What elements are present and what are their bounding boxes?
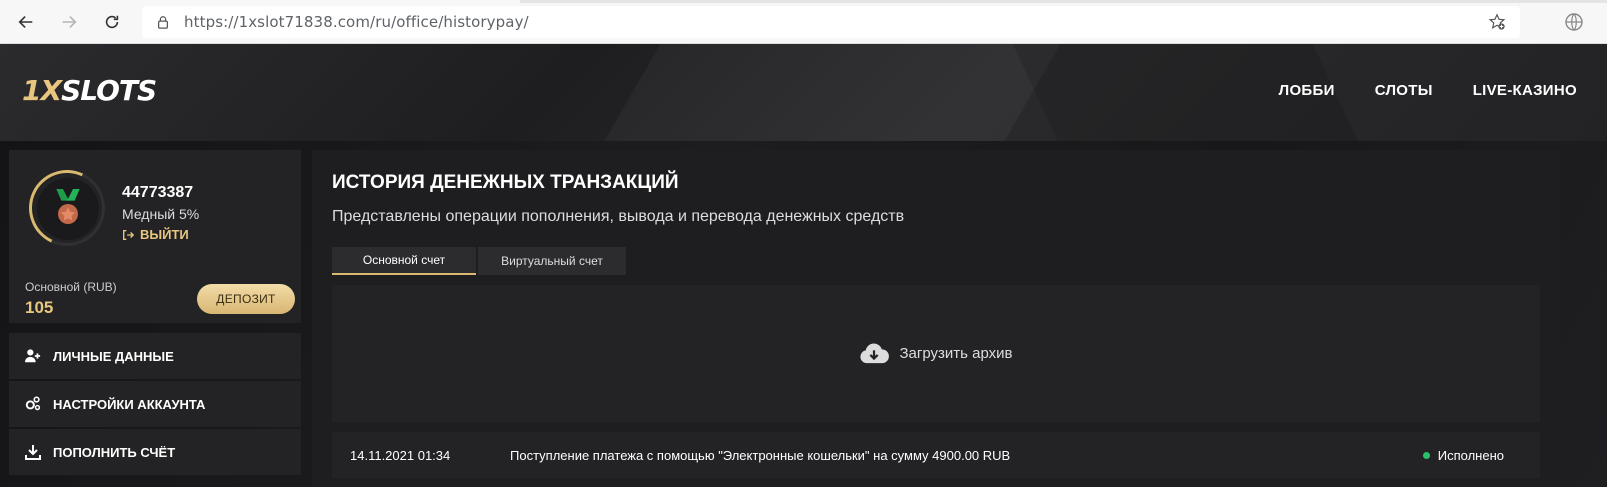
reload-button[interactable] xyxy=(98,8,126,36)
page-content: 44773387 Медный 5% ВЫЙТИ Основной (RUB) … xyxy=(0,141,1607,487)
balance-value: 105 xyxy=(25,298,54,317)
sidebar-item-account-settings[interactable]: НАСТРОЙКИ АККАУНТА xyxy=(9,381,301,427)
arrow-left-icon xyxy=(18,16,33,28)
logout-icon xyxy=(123,229,134,240)
tab-main-account[interactable]: Основной счет xyxy=(332,247,476,275)
back-button[interactable] xyxy=(12,8,40,36)
page-title: ИСТОРИЯ ДЕНЕЖНЫХ ТРАНЗАКЦИЙ xyxy=(332,172,679,193)
transaction-status: Исполнено xyxy=(1437,447,1504,463)
user-level: Медный 5% xyxy=(122,206,200,222)
status-dot-icon xyxy=(1422,451,1430,459)
add-favorite-star-icon[interactable] xyxy=(1488,13,1506,31)
url-text[interactable]: https://1xslot71838.com/ru/office/histor… xyxy=(184,13,529,31)
arrow-right-icon xyxy=(62,16,77,28)
bronze-medal-icon xyxy=(56,189,80,224)
nav-lobby-link[interactable]: ЛОББИ xyxy=(1279,82,1335,99)
logo-1x-text: 1X xyxy=(22,74,62,107)
sidebar-item-label: ЛИЧНЫЕ ДАННЫЕ xyxy=(53,348,174,364)
tab-virtual-account[interactable]: Виртуальный счет xyxy=(478,247,626,275)
user-id: 44773387 xyxy=(122,184,194,201)
lock-icon xyxy=(156,14,172,30)
logout-button[interactable]: ВЫЙТИ xyxy=(122,227,189,242)
gears-icon xyxy=(25,396,41,411)
tab-strip xyxy=(520,0,1607,3)
transaction-date: 14.11.2021 01:34 xyxy=(350,447,451,463)
status-badge: Исполнено xyxy=(1422,447,1504,463)
globe-icon[interactable] xyxy=(1564,12,1584,32)
sidebar-item-label: НАСТРОЙКИ АККАУНТА xyxy=(53,396,206,412)
user-add-icon xyxy=(25,349,41,363)
deposit-button[interactable]: ДЕПОЗИТ xyxy=(197,284,295,314)
download-archive-button[interactable]: Загрузить архив xyxy=(332,285,1540,422)
sidebar-item-personal-data[interactable]: ЛИЧНЫЕ ДАННЫЕ xyxy=(9,333,301,379)
sidebar-item-top-up[interactable]: ПОПОЛНИТЬ СЧЁТ xyxy=(9,429,301,475)
transaction-history-panel: ИСТОРИЯ ДЕНЕЖНЫХ ТРАНЗАКЦИЙ Представлены… xyxy=(312,150,1560,487)
site-logo[interactable]: 1XSLOTS xyxy=(22,74,157,107)
top-navigation: ЛОББИ СЛОТЫ LIVE-КАЗИНО xyxy=(1279,82,1577,99)
forward-button[interactable] xyxy=(55,8,83,36)
cloud-download-icon xyxy=(860,343,890,363)
nav-slots-link[interactable]: СЛОТЫ xyxy=(1375,82,1433,99)
nav-live-casino-link[interactable]: LIVE-КАЗИНО xyxy=(1473,82,1577,99)
account-tabs: Основной счет Виртуальный счет xyxy=(332,247,628,275)
balance-label: Основной (RUB) xyxy=(25,280,117,294)
avatar xyxy=(37,178,99,240)
download-archive-label: Загрузить архив xyxy=(899,345,1013,362)
browser-toolbar: https://1xslot71838.com/ru/office/histor… xyxy=(0,0,1607,44)
transaction-description: Поступление платежа с помощью "Электронн… xyxy=(510,447,1011,463)
logo-slots-text: SLOTS xyxy=(61,74,157,107)
address-bar[interactable]: https://1xslot71838.com/ru/office/histor… xyxy=(142,6,1520,38)
header-background-facet xyxy=(556,44,1084,141)
download-icon xyxy=(25,445,41,460)
logout-label: ВЫЙТИ xyxy=(140,227,189,242)
reload-icon xyxy=(105,15,119,29)
table-row: 14.11.2021 01:34 Поступление платежа с п… xyxy=(332,432,1540,478)
page-subtitle: Представлены операции пополнения, вывода… xyxy=(332,208,905,225)
site-header: 1XSLOTS ЛОББИ СЛОТЫ LIVE-КАЗИНО xyxy=(0,44,1607,141)
profile-card: 44773387 Медный 5% ВЫЙТИ Основной (RUB) … xyxy=(9,150,301,323)
sidebar-item-label: ПОПОЛНИТЬ СЧЁТ xyxy=(53,444,176,460)
